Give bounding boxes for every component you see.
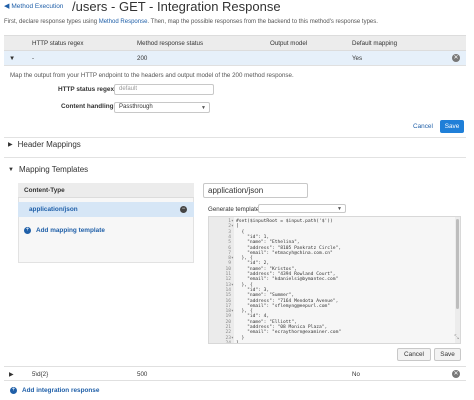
- content-type-header: Content-Type: [18, 183, 194, 198]
- code-line: 24]: [209, 340, 459, 344]
- plus-icon: +: [24, 227, 31, 234]
- row-regex: 5\d{2}: [32, 371, 49, 378]
- chevron-right-icon: ▶: [8, 142, 13, 148]
- detail-cancel-button[interactable]: Cancel: [413, 123, 433, 130]
- generate-template-select[interactable]: ▼: [258, 204, 346, 213]
- delete-row-icon[interactable]: ✕: [452, 370, 460, 378]
- delete-row-icon[interactable]: ✕: [452, 54, 460, 62]
- status-regex-label: HTTP status regex: [58, 86, 114, 93]
- editor-cancel-button[interactable]: Cancel: [397, 348, 431, 361]
- page-title: /users - GET - Integration Response: [72, 0, 281, 14]
- add-integration-response-button[interactable]: + Add integration response: [10, 387, 99, 394]
- add-mapping-template-button[interactable]: + Add mapping template: [24, 227, 105, 234]
- status-regex-input[interactable]: default: [114, 84, 214, 95]
- col-default-mapping: Default mapping: [352, 40, 398, 47]
- row-default: No: [352, 371, 360, 378]
- response-row-500[interactable]: ▶ 5\d{2} 500 No ✕: [4, 366, 466, 381]
- detail-description: Map the output from your HTTP endpoint t…: [10, 72, 294, 79]
- content-type-item[interactable]: application/json −: [18, 202, 194, 217]
- code-text: ]: [236, 340, 239, 344]
- row-regex: -: [32, 55, 35, 62]
- arrow-left-icon: ◀: [4, 3, 10, 10]
- generate-template-label: Generate template:: [208, 206, 261, 213]
- mapping-templates-toggle[interactable]: ▼ Mapping Templates: [8, 165, 88, 174]
- plus-icon: +: [10, 387, 17, 394]
- divider: [4, 157, 466, 158]
- content-handling-select[interactable]: Passthrough ▼: [114, 102, 210, 113]
- detail-save-button[interactable]: Save: [440, 120, 464, 133]
- header-mappings-toggle[interactable]: ▶ Header Mappings: [8, 140, 81, 149]
- row-status: 200: [137, 55, 148, 62]
- row-status: 500: [137, 371, 148, 378]
- responses-grid-header: HTTP status regex Method response status…: [4, 35, 466, 51]
- back-link[interactable]: ◀ Method Execution: [4, 2, 64, 11]
- chevron-down-icon: ▼: [201, 105, 206, 111]
- intro-text: First, declare response types using Meth…: [4, 19, 378, 25]
- template-code-editor[interactable]: 1 ▾ #set($inputRoot = $input.path('$')) 2 ▾[…: [208, 216, 461, 344]
- chevron-down-icon[interactable]: ▼: [9, 55, 15, 62]
- col-method-status: Method response status: [137, 40, 204, 47]
- editor-save-button[interactable]: Save: [434, 348, 461, 361]
- row-default: Yes: [352, 55, 363, 62]
- col-status-regex: HTTP status regex: [32, 40, 84, 47]
- resize-handle-icon[interactable]: ⤡: [454, 335, 459, 342]
- content-handling-label: Content handling: [61, 103, 114, 110]
- editor-scrollbar[interactable]: [455, 217, 460, 343]
- chevron-down-icon: ▼: [8, 166, 14, 173]
- col-output-model: Output model: [270, 40, 308, 47]
- remove-template-icon[interactable]: −: [180, 206, 187, 213]
- back-link-label: Method Execution: [11, 2, 64, 10]
- method-response-link[interactable]: Method Response: [99, 19, 148, 25]
- divider: [4, 137, 466, 138]
- active-content-type-input[interactable]: application/json: [203, 183, 308, 198]
- chevron-right-icon[interactable]: ▶: [9, 371, 14, 378]
- line-number: 24: [225, 340, 231, 344]
- scrollbar-thumb[interactable]: [456, 219, 459, 309]
- response-row-200[interactable]: ▼ - 200 Yes ✕: [4, 51, 466, 66]
- chevron-down-icon: ▼: [337, 206, 342, 212]
